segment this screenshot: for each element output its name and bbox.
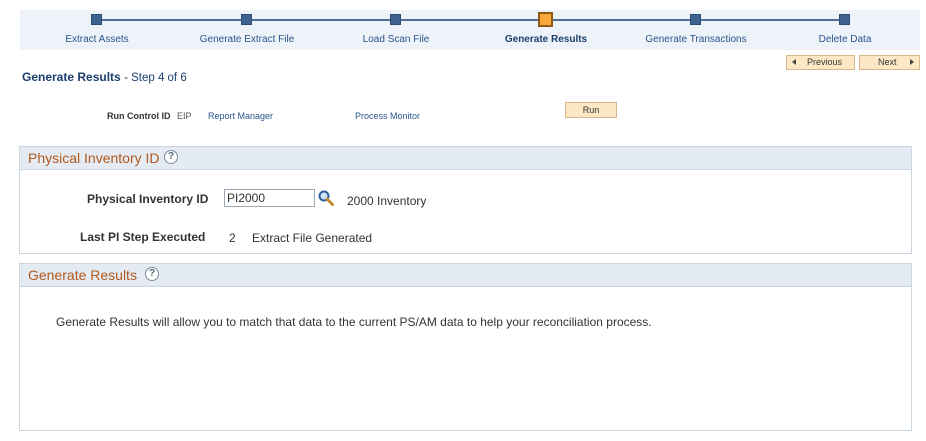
step-node-icon[interactable] — [690, 14, 701, 25]
step-node-icon[interactable] — [839, 14, 850, 25]
section-title: Physical Inventory ID — [28, 150, 160, 166]
step-node-icon[interactable] — [91, 14, 102, 25]
generate-results-section: Generate Results ? Generate Results will… — [19, 263, 912, 431]
last-pi-step-description: Extract File Generated — [252, 231, 373, 245]
help-icon[interactable]: ? — [164, 150, 178, 164]
generate-results-description: Generate Results will allow you to match… — [56, 315, 652, 329]
step-node-active-icon[interactable] — [538, 12, 553, 27]
step-node-icon[interactable] — [390, 14, 401, 25]
process-monitor-link[interactable]: Process Monitor — [355, 111, 420, 121]
physical-inventory-id-input[interactable] — [224, 189, 315, 207]
section-title: Generate Results — [28, 267, 137, 283]
step-load-scan-file[interactable]: Load Scan File — [321, 10, 471, 50]
magnifier-icon[interactable] — [317, 189, 335, 207]
step-node-icon[interactable] — [241, 14, 252, 25]
triangle-right-icon — [910, 59, 914, 65]
previous-button-label: Previous — [807, 57, 843, 67]
step-label[interactable]: Generate Results — [471, 34, 621, 45]
next-button[interactable]: Next — [859, 55, 920, 70]
previous-button[interactable]: Previous — [786, 55, 855, 70]
last-pi-step-number: 2 — [229, 231, 236, 245]
step-label[interactable]: Extract Assets — [22, 34, 172, 45]
step-label[interactable]: Generate Extract File — [172, 34, 322, 45]
page-step-indicator: - Step 4 of 6 — [124, 72, 187, 84]
section-header: Generate Results ? — [20, 264, 911, 287]
physical-inventory-description: 2000 Inventory — [347, 194, 427, 208]
physical-inventory-section: Physical Inventory ID ? Physical Invento… — [19, 146, 912, 254]
report-manager-link[interactable]: Report Manager — [208, 111, 273, 121]
help-icon[interactable]: ? — [145, 267, 159, 281]
step-label[interactable]: Load Scan File — [321, 34, 471, 45]
last-pi-step-label: Last PI Step Executed — [80, 230, 206, 244]
section-header: Physical Inventory ID ? — [20, 147, 911, 170]
triangle-left-icon — [792, 59, 796, 65]
step-generate-transactions[interactable]: Generate Transactions — [621, 10, 771, 50]
page-title: Generate Results - Step 4 of 6 — [22, 70, 187, 84]
step-generate-results[interactable]: Generate Results — [471, 10, 621, 50]
next-button-label: Next — [878, 57, 897, 67]
step-label[interactable]: Delete Data — [770, 34, 920, 45]
page-title-text: Generate Results — [22, 70, 121, 84]
physical-inventory-id-label: Physical Inventory ID — [87, 192, 209, 206]
run-control-label: Run Control ID — [107, 111, 171, 121]
run-control-value: EIP — [177, 111, 192, 121]
step-train: Extract Assets Generate Extract File Loa… — [20, 10, 920, 50]
step-generate-extract-file[interactable]: Generate Extract File — [172, 10, 322, 50]
step-delete-data[interactable]: Delete Data — [770, 10, 920, 50]
step-extract-assets[interactable]: Extract Assets — [22, 10, 172, 50]
step-label[interactable]: Generate Transactions — [621, 34, 771, 45]
run-button[interactable]: Run — [565, 102, 617, 118]
